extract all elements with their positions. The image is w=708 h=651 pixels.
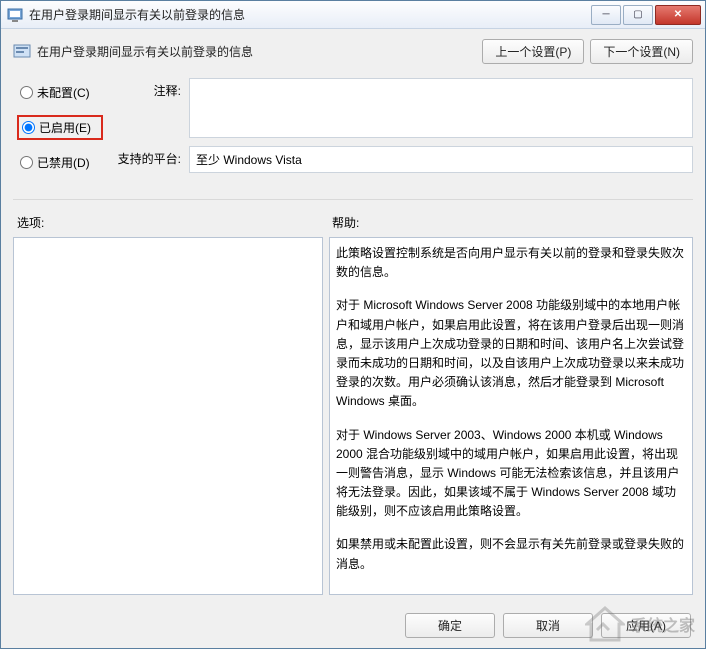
radio-enabled-input[interactable]: [22, 121, 35, 134]
policy-title: 在用户登录期间显示有关以前登录的信息: [37, 43, 482, 60]
apply-button[interactable]: 应用(A): [601, 613, 691, 638]
header-row: 在用户登录期间显示有关以前登录的信息 上一个设置(P) 下一个设置(N): [13, 39, 693, 70]
platform-label: 支持的平台:: [113, 146, 181, 167]
comment-label: 注释:: [113, 78, 181, 99]
content-area: 在用户登录期间显示有关以前登录的信息 上一个设置(P) 下一个设置(N) 未配置…: [1, 29, 705, 605]
radio-not-configured[interactable]: 未配置(C): [17, 82, 103, 103]
comment-row: 注释:: [113, 78, 693, 138]
titlebar: 在用户登录期间显示有关以前登录的信息 ─ ▢ ✕: [1, 1, 705, 29]
radio-disabled-input[interactable]: [20, 156, 33, 169]
minimize-button[interactable]: ─: [591, 5, 621, 25]
nav-buttons: 上一个设置(P) 下一个设置(N): [482, 39, 693, 64]
lower-panels: 此策略设置控制系统是否向用户显示有关以前的登录和登录失败次数的信息。对于 Mic…: [13, 237, 693, 595]
radio-disabled[interactable]: 已禁用(D): [17, 152, 103, 173]
next-setting-button[interactable]: 下一个设置(N): [590, 39, 693, 64]
lower-labels: 选项: 帮助:: [13, 214, 693, 231]
help-paragraph: 此策略设置控制系统是否向用户显示有关以前的登录和登录失败次数的信息。: [336, 244, 684, 282]
radio-label: 已启用(E): [39, 119, 91, 136]
footer: 确定 取消 应用(A) 系统之家: [1, 605, 705, 648]
help-paragraph: 对于 Windows Server 2003、Windows 2000 本机或 …: [336, 426, 684, 522]
help-paragraph: 对于 Microsoft Windows Server 2008 功能级别域中的…: [336, 296, 684, 411]
help-panel: 此策略设置控制系统是否向用户显示有关以前的登录和登录失败次数的信息。对于 Mic…: [329, 237, 693, 595]
close-button[interactable]: ✕: [655, 5, 701, 25]
radio-not-configured-input[interactable]: [20, 86, 33, 99]
radio-column: 未配置(C) 已启用(E) 已禁用(D): [13, 78, 103, 185]
cancel-button[interactable]: 取消: [503, 613, 593, 638]
window-buttons: ─ ▢ ✕: [591, 5, 701, 25]
window-title: 在用户登录期间显示有关以前登录的信息: [29, 6, 591, 23]
help-scroll[interactable]: 此策略设置控制系统是否向用户显示有关以前的登录和登录失败次数的信息。对于 Mic…: [330, 238, 692, 594]
policy-icon: [13, 43, 31, 61]
help-paragraph: 如果禁用或未配置此设置，则不会显示有关先前登录或登录失败的消息。: [336, 535, 684, 573]
platform-row: 支持的平台: 至少 Windows Vista: [113, 146, 693, 173]
comment-input[interactable]: [189, 78, 693, 138]
config-section: 未配置(C) 已启用(E) 已禁用(D) 注释: 支持的平台:: [13, 78, 693, 200]
radio-label: 未配置(C): [37, 84, 90, 101]
fields-column: 注释: 支持的平台: 至少 Windows Vista: [113, 78, 693, 185]
app-icon: [7, 7, 23, 23]
maximize-button[interactable]: ▢: [623, 5, 653, 25]
options-panel: [13, 237, 323, 595]
ok-button[interactable]: 确定: [405, 613, 495, 638]
options-label: 选项:: [13, 214, 328, 231]
help-label: 帮助:: [328, 214, 359, 231]
platform-value: 至少 Windows Vista: [189, 146, 693, 173]
policy-editor-window: 在用户登录期间显示有关以前登录的信息 ─ ▢ ✕ 在用户登录期间显示有关以前登录…: [0, 0, 706, 649]
prev-setting-button[interactable]: 上一个设置(P): [482, 39, 584, 64]
radio-label: 已禁用(D): [37, 154, 90, 171]
radio-enabled[interactable]: 已启用(E): [17, 115, 103, 140]
